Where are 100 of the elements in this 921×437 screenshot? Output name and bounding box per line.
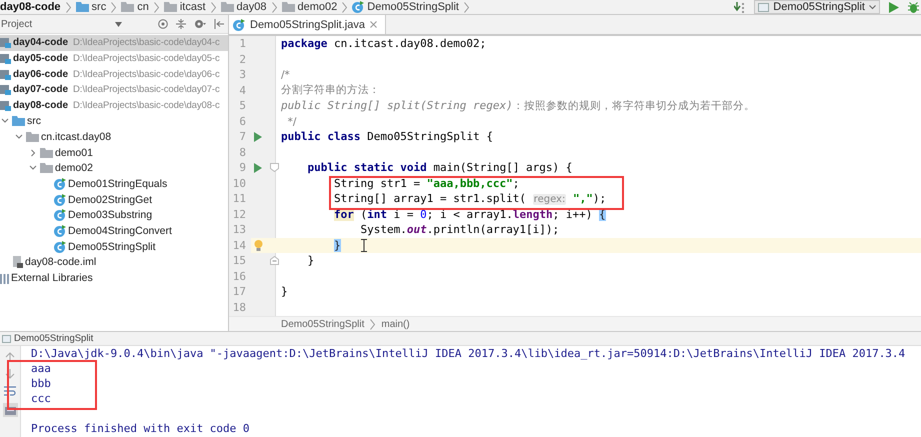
breadcrumb-item[interactable]: day08 xyxy=(220,1,266,13)
down-arrow-icon[interactable] xyxy=(5,369,15,379)
tree-item[interactable]: Demo04StringConvert xyxy=(0,223,228,239)
console-line: bbb xyxy=(31,377,51,390)
line-number: 5 xyxy=(238,99,246,112)
line-number: 16 xyxy=(232,270,246,283)
fold-icon[interactable] xyxy=(270,256,279,266)
class-icon xyxy=(352,1,364,13)
line-number: 11 xyxy=(232,192,246,206)
tree-item[interactable]: cn.itcast.day08 xyxy=(0,129,228,145)
editor-tab[interactable]: Demo05StringSplit.java xyxy=(229,15,386,34)
line-number: 18 xyxy=(232,300,246,314)
class-icon xyxy=(54,240,66,253)
build-icon[interactable] xyxy=(734,2,746,12)
run-config-dropdown[interactable]: Demo05StringSplit xyxy=(754,0,880,14)
code-line: package cn.itcast.day08.demo02; xyxy=(281,37,486,50)
run-tab[interactable]: Demo05StringSplit xyxy=(0,333,94,344)
breadcrumb-item[interactable]: day08-code xyxy=(0,1,61,13)
tree-item[interactable]: src xyxy=(0,113,228,130)
target-icon[interactable] xyxy=(158,19,168,29)
tree-item[interactable]: day05-code D:\IdeaProjects\basic-code\day05-c xyxy=(0,50,228,66)
code-line: String str1 = "aaa,bbb,ccc"; xyxy=(332,176,520,190)
settings-icon[interactable] xyxy=(194,19,206,29)
code-line: System.out.println(array1[i]); xyxy=(359,223,560,236)
tree-item[interactable]: day08-code.iml xyxy=(0,254,228,270)
module-icon xyxy=(0,53,11,64)
folder-icon xyxy=(164,2,177,12)
run-icon[interactable] xyxy=(254,162,262,173)
line-number: 9 xyxy=(238,161,246,174)
lightbulb-icon[interactable] xyxy=(254,240,262,251)
breadcrumb-item[interactable]: itcast xyxy=(164,1,206,13)
file-icon xyxy=(12,256,23,268)
tree-item[interactable]: demo02 xyxy=(0,160,228,176)
folder-icon xyxy=(76,2,89,12)
module-icon xyxy=(0,37,11,48)
class-icon xyxy=(233,18,245,30)
caret-icon xyxy=(869,4,876,10)
console-line: aaa xyxy=(31,362,51,375)
folder-icon xyxy=(220,2,234,12)
line-number: 6 xyxy=(238,114,246,128)
tree-item[interactable]: day08-code D:\IdeaProjects\basic-code\day08-c xyxy=(0,98,228,114)
fold-icon[interactable] xyxy=(270,163,279,172)
breadcrumb-item[interactable]: demo02 xyxy=(282,1,338,13)
chevron-icon xyxy=(154,2,159,12)
tree-item[interactable]: day04-code D:\IdeaProjects\basic-code\day04-c xyxy=(0,35,228,51)
module-icon xyxy=(0,84,11,96)
chevron-icon xyxy=(370,318,376,330)
breadcrumb-item[interactable]: src xyxy=(76,1,106,13)
chevron-icon xyxy=(272,2,276,12)
expanded-caret-icon xyxy=(28,164,38,172)
bug-icon[interactable] xyxy=(908,2,919,12)
line-number: 15 xyxy=(232,254,246,268)
folder-icon xyxy=(40,148,53,158)
folder-icon xyxy=(40,163,53,174)
line-number: 2 xyxy=(238,52,246,66)
class-icon xyxy=(54,194,66,206)
library-icon xyxy=(0,272,9,284)
line-number: 10 xyxy=(232,176,246,190)
run-icon[interactable] xyxy=(889,2,899,12)
folder-icon xyxy=(26,132,39,142)
soft-wrap-icon[interactable] xyxy=(4,386,16,396)
line-number: 1 xyxy=(238,37,246,50)
collapse-icon[interactable] xyxy=(176,19,186,29)
close-icon[interactable] xyxy=(370,21,377,28)
breadcrumb-item[interactable]: main() xyxy=(381,318,410,330)
collapsed-caret-icon xyxy=(28,148,38,157)
up-arrow-icon[interactable] xyxy=(5,352,15,362)
code-line: } xyxy=(281,285,288,298)
console-line: D:\Java\jdk-9.0.4\bin\java "-javaagent:D:\JetBrains\IntelliJ IDEA 2017.3.4\lib\idea_rt.jar=50914:D:\JetBrains\IntelliJ IDEA 2017.3.4 xyxy=(31,347,906,360)
code-line: public String[] split(String regex)：按照参数的规则，将字符串切分成为若干部分。 xyxy=(281,98,755,113)
code-line: /* xyxy=(281,68,290,82)
code-line: public static void main(String[] args) { xyxy=(306,161,572,174)
caret-icon[interactable] xyxy=(115,22,122,26)
tree-item[interactable]: External Libraries xyxy=(0,270,228,286)
breadcrumb-item[interactable]: Demo05StringSplit xyxy=(352,1,459,13)
tree-item[interactable]: demo01 xyxy=(0,144,228,160)
chevron-icon xyxy=(210,2,216,12)
chevron-icon xyxy=(111,2,116,12)
tree-item[interactable]: Demo02StringGet xyxy=(0,192,228,208)
chevron-icon xyxy=(464,2,469,12)
line-number: 13 xyxy=(232,223,246,236)
breadcrumb-item[interactable]: cn xyxy=(121,1,149,13)
folder-icon xyxy=(12,116,25,126)
code-line: public class Demo05StringSplit { xyxy=(281,130,493,144)
breadcrumb-item[interactable]: Demo05StringSplit xyxy=(281,318,364,330)
tree-item[interactable]: day06-code D:\IdeaProjects\basic-code\day06-c xyxy=(0,66,228,82)
hide-icon[interactable] xyxy=(214,19,224,29)
tree-item[interactable]: Demo05StringSplit xyxy=(0,238,228,255)
code-line: 分割字符串的方法： xyxy=(281,83,380,98)
tree-item[interactable]: Demo03Substring xyxy=(0,208,228,224)
window-icon xyxy=(758,2,770,12)
run-icon[interactable] xyxy=(254,132,262,142)
line-number: 8 xyxy=(238,146,246,159)
tree-item[interactable]: day07-code D:\IdeaProjects\basic-code\day07-c xyxy=(0,82,228,98)
folder-icon xyxy=(121,2,134,12)
console-line: ccc xyxy=(31,392,51,405)
tree-item[interactable]: Demo01StringEquals xyxy=(0,176,228,192)
line-number: 4 xyxy=(238,84,246,97)
module-icon xyxy=(0,68,11,80)
module-icon xyxy=(0,100,11,112)
